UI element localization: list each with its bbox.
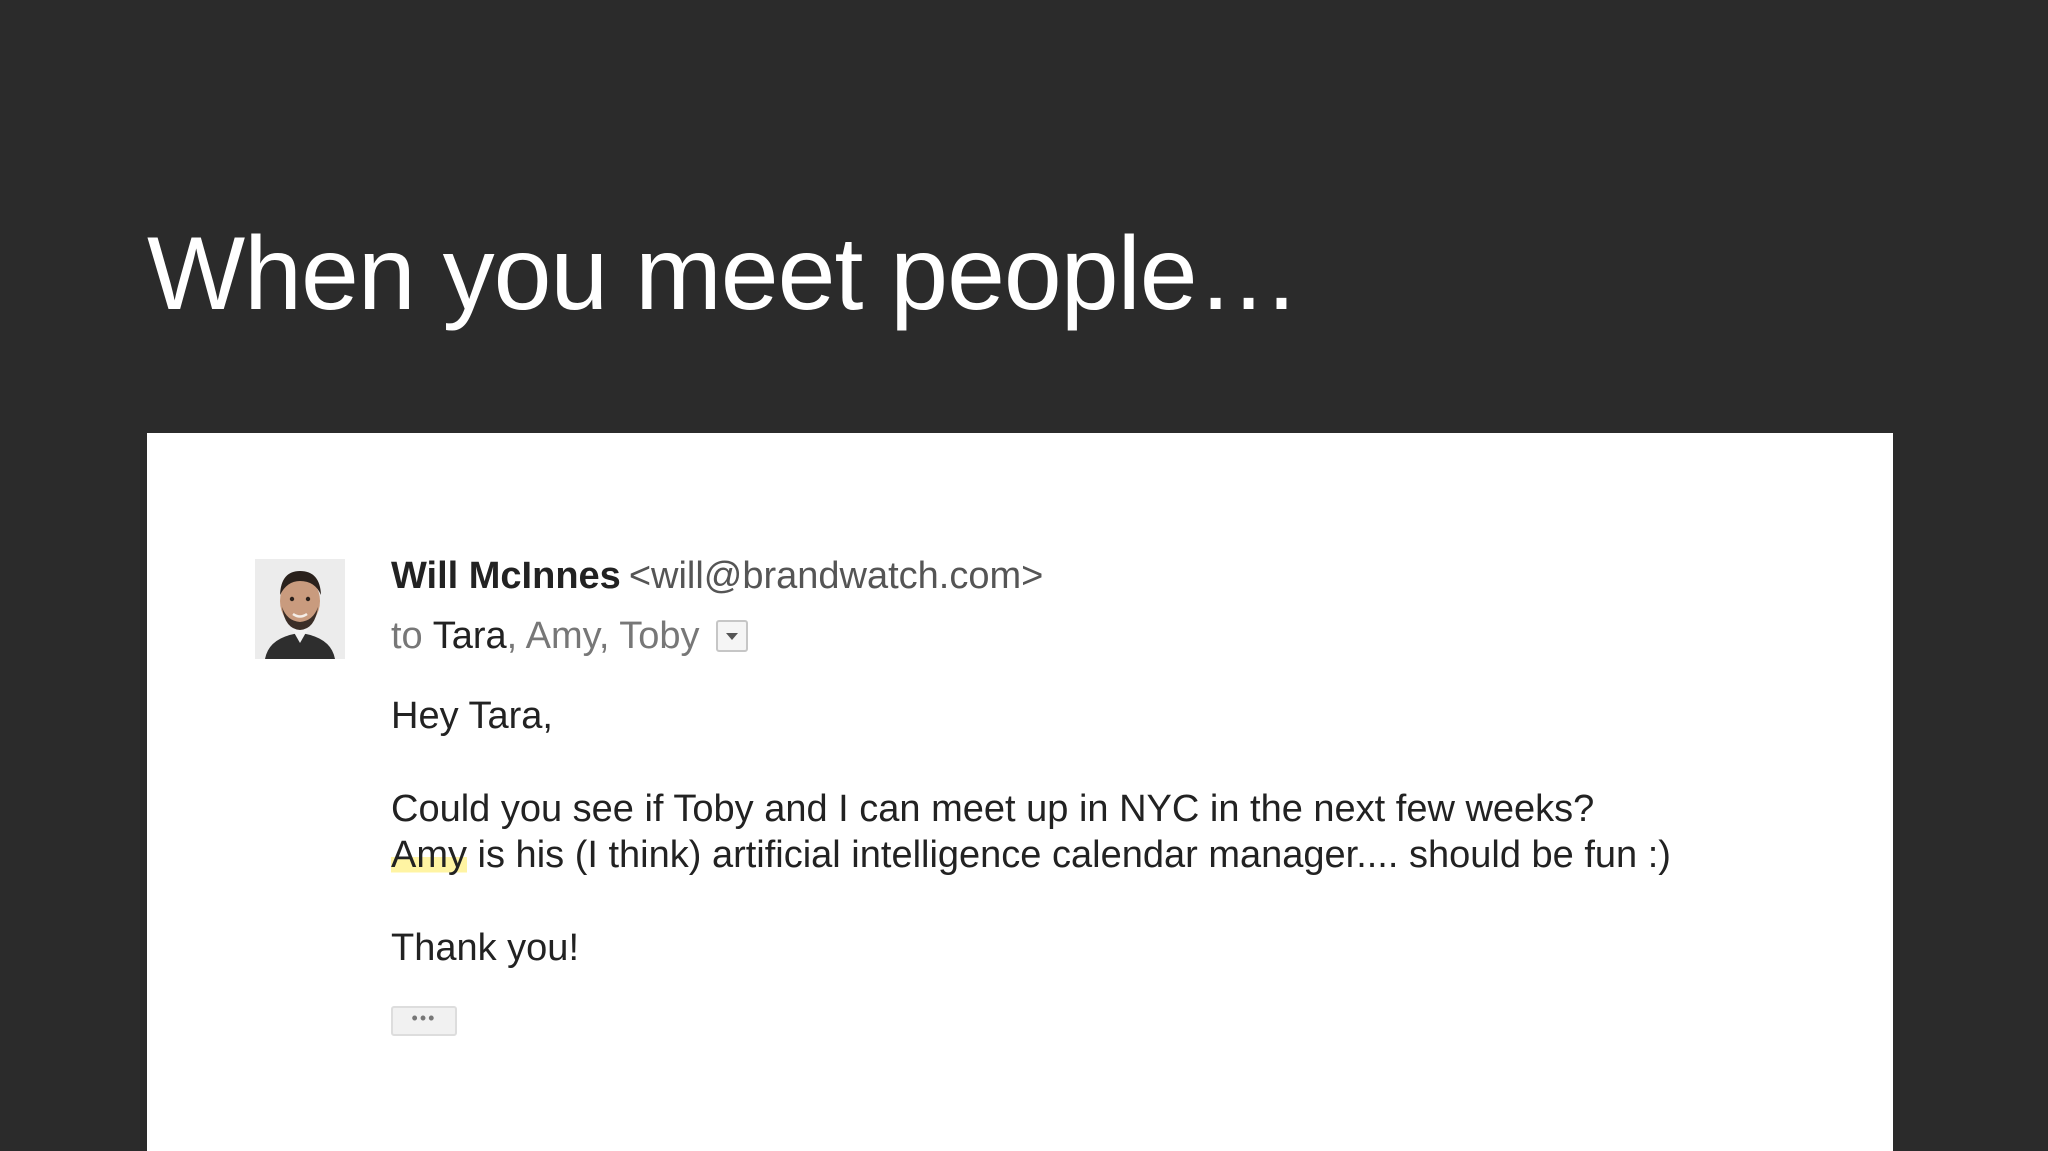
sender-email: <will@brandwatch.com> bbox=[628, 555, 1044, 597]
sender-avatar bbox=[255, 559, 345, 659]
email-greeting: Hey Tara, bbox=[391, 695, 553, 737]
chevron-down-icon bbox=[725, 633, 738, 640]
person-photo-avatar-icon bbox=[255, 559, 345, 659]
sender-line: Will McInnes <will@brandwatch.com> bbox=[391, 553, 1043, 599]
email-signoff: Thank you! bbox=[391, 927, 579, 969]
show-details-button[interactable] bbox=[715, 620, 748, 652]
recipient-others[interactable]: , Amy, Toby bbox=[507, 613, 700, 659]
show-trimmed-content-button[interactable]: ••• bbox=[391, 1006, 457, 1036]
recipients-line: to Tara, Amy, Toby bbox=[391, 613, 748, 659]
slide-title: When you meet people… bbox=[147, 216, 1301, 332]
email-body-line-rest: is his (I think) artificial intelligence… bbox=[467, 834, 1671, 876]
email-body-line: Could you see if Toby and I can meet up … bbox=[391, 788, 1595, 830]
recipient-tara[interactable]: Tara bbox=[433, 613, 507, 659]
sender-name[interactable]: Will McInnes bbox=[391, 555, 621, 597]
to-label: to bbox=[391, 615, 423, 657]
email-body-line: Amy is his (I think) artificial intellig… bbox=[391, 832, 1671, 878]
email-message: Will McInnes <will@brandwatch.com> to Tara… bbox=[147, 433, 1893, 1151]
highlighted-name-amy: Amy bbox=[391, 834, 467, 876]
